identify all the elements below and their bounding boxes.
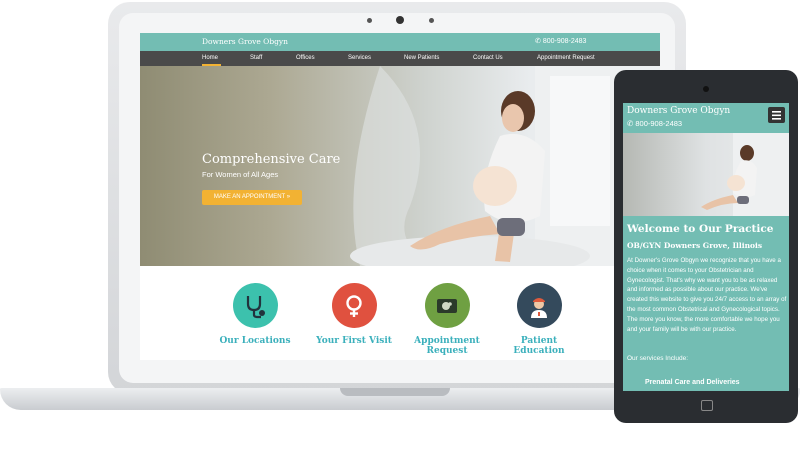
camera-dot xyxy=(367,18,372,23)
feature-patient-education[interactable]: Patient Education xyxy=(494,283,584,356)
ultrasound-icon xyxy=(424,283,470,328)
camera-icon xyxy=(396,16,404,24)
nav-contact-us[interactable]: Contact Us xyxy=(473,55,503,61)
nav-services[interactable]: Services xyxy=(348,55,371,61)
service-item[interactable]: Prenatal Care and Deliveries xyxy=(645,379,740,386)
site-brand[interactable]: Downers Grove Obgyn xyxy=(202,37,288,46)
mobile-subtitle: OB/GYN Downers Grove, Illinois xyxy=(627,241,763,250)
mobile-phone-number[interactable]: ✆ 800-908-2483 xyxy=(627,119,682,128)
mobile-page-title: Welcome to Our Practice xyxy=(627,223,774,235)
mobile-hero-image xyxy=(623,133,789,216)
feature-first-visit[interactable]: Your First Visit xyxy=(309,283,399,346)
hamburger-menu-icon[interactable] xyxy=(768,107,785,123)
make-appointment-button[interactable]: MAKE AN APPOINTMENT » xyxy=(202,190,302,205)
nav-home[interactable]: Home xyxy=(202,55,218,61)
top-bar: Downers Grove Obgyn ✆ 800-908-2483 xyxy=(140,33,660,51)
home-button-icon[interactable] xyxy=(701,400,713,411)
nurse-icon xyxy=(516,283,562,328)
phone-camera-icon xyxy=(703,86,709,92)
nav-appointment-request[interactable]: Appointment Request xyxy=(537,55,595,61)
hero-subtitle: For Women of All Ages xyxy=(202,170,279,179)
nav-staff[interactable]: Staff xyxy=(250,55,262,61)
phone-icon: ✆ xyxy=(535,38,543,45)
laptop-notch xyxy=(340,388,450,396)
mobile-brand[interactable]: Downers Grove Obgyn xyxy=(627,106,730,116)
services-heading: Our services Include: xyxy=(627,355,689,362)
mobile-intro-text: At Downer's Grove Obgyn we recognize tha… xyxy=(627,257,787,333)
hero-title: Comprehensive Care xyxy=(202,152,341,167)
mobile-screen: Downers Grove Obgyn ✆ 800-908-2483 Welco… xyxy=(623,103,789,391)
hero-banner: Comprehensive Care For Women of All Ages… xyxy=(140,66,660,266)
desktop-screen: Downers Grove Obgyn ✆ 800-908-2483 Home … xyxy=(140,33,660,360)
phone-number[interactable]: ✆ 800-908-2483 xyxy=(535,37,586,45)
main-nav: Home Staff Offices Services New Patients… xyxy=(140,51,660,66)
feature-our-locations[interactable]: Our Locations xyxy=(210,283,300,346)
camera-dot xyxy=(429,18,434,23)
nav-offices[interactable]: Offices xyxy=(296,55,315,61)
stethoscope-icon xyxy=(232,283,278,328)
feature-appointment-request[interactable]: Appointment Request xyxy=(402,283,492,356)
nav-new-patients[interactable]: New Patients xyxy=(404,55,439,61)
female-symbol-icon xyxy=(331,283,377,328)
